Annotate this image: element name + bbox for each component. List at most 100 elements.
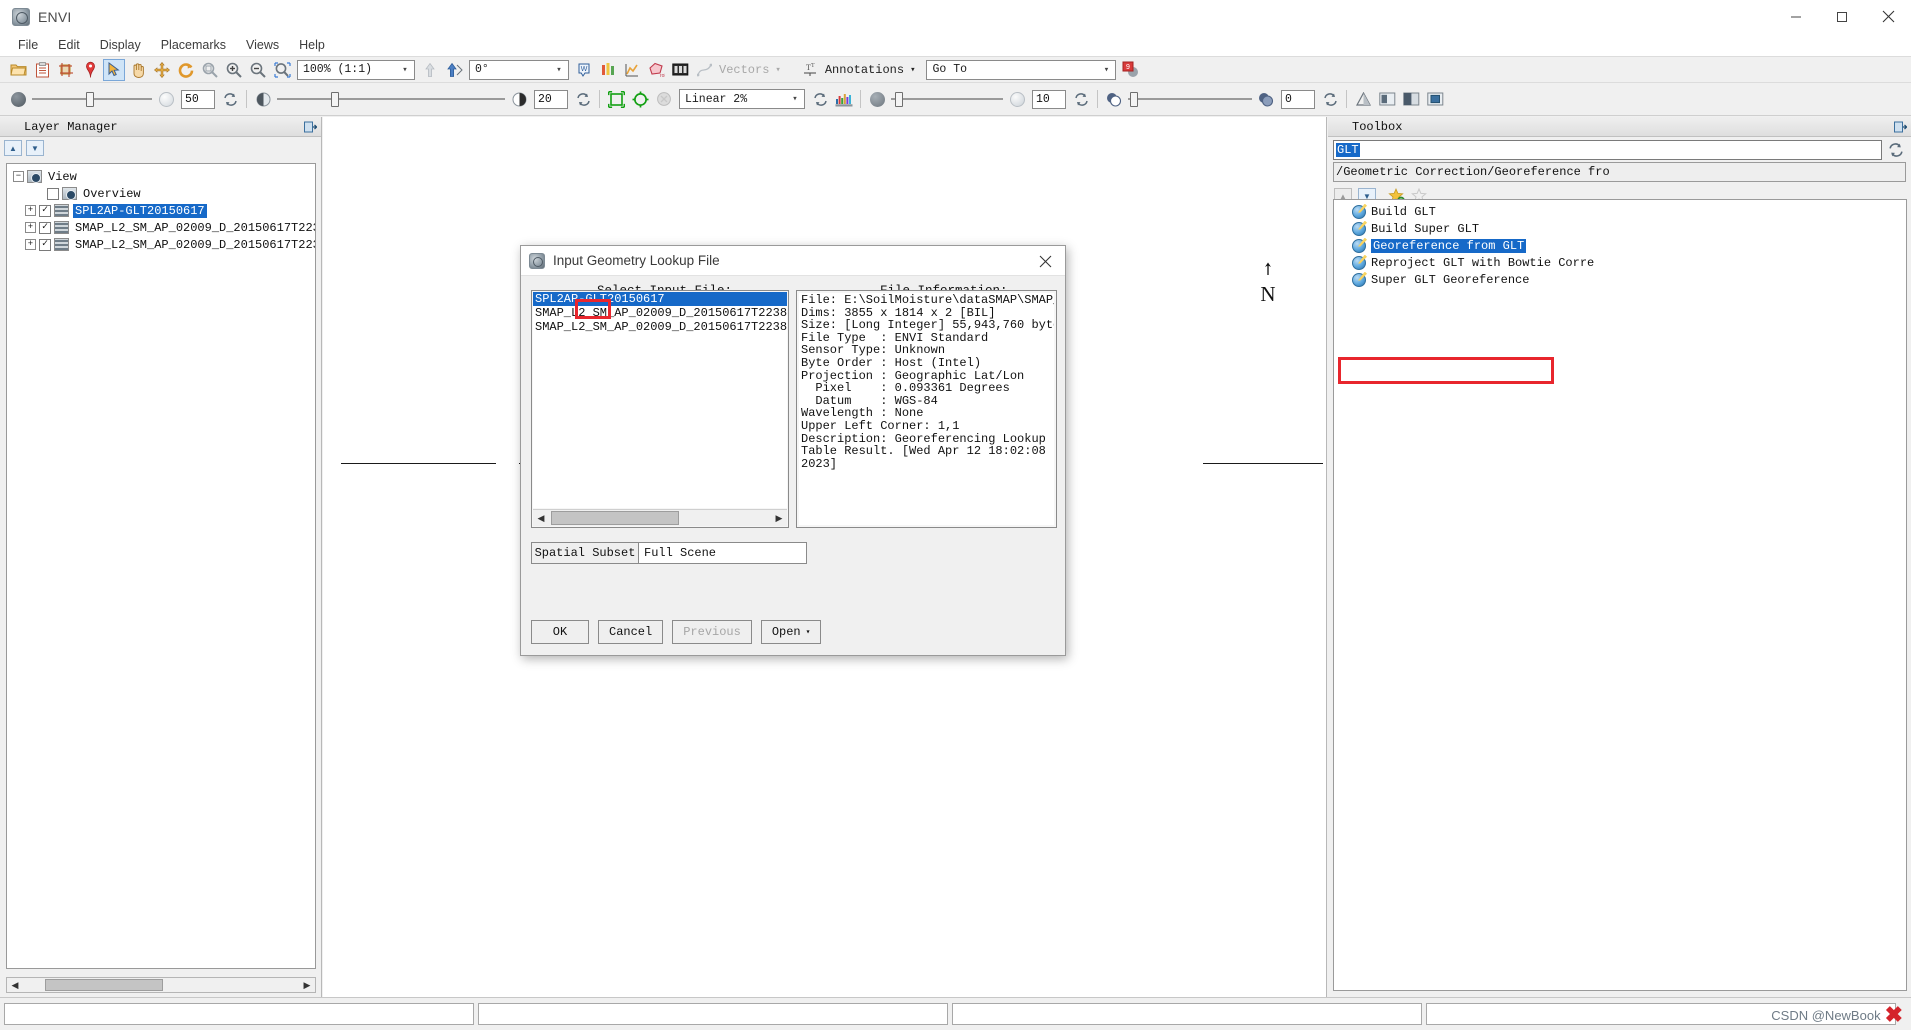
toolbox-item-build-glt[interactable]: Build GLT — [1334, 203, 1906, 220]
expand-toggle-icon[interactable]: + — [25, 205, 36, 216]
open-file-icon[interactable] — [7, 59, 29, 81]
pin-icon[interactable] — [303, 120, 318, 134]
ok-button[interactable]: OK — [531, 620, 589, 644]
fly-icon[interactable] — [151, 59, 173, 81]
transparency-value[interactable]: 0 — [1281, 89, 1315, 109]
placemark-pin-icon[interactable] — [79, 59, 101, 81]
swipe-icon[interactable] — [1400, 88, 1422, 110]
blend-icon[interactable] — [1352, 88, 1374, 110]
contrast-slider[interactable] — [277, 91, 505, 107]
transparency-slider[interactable] — [1128, 91, 1252, 107]
expand-toggle-icon[interactable]: + — [25, 222, 36, 233]
rotate-view-icon[interactable] — [443, 59, 465, 81]
menu-display[interactable]: Display — [90, 36, 151, 54]
annotations-dropdown-caret[interactable]: ▾ — [910, 65, 915, 75]
brightness-reset-icon[interactable] — [219, 88, 241, 110]
pan-hand-icon[interactable] — [127, 59, 149, 81]
sharpen-slider[interactable] — [891, 91, 1003, 107]
histogram-icon[interactable] — [833, 88, 855, 110]
stretch-reset-icon[interactable] — [809, 88, 831, 110]
file-list-item[interactable]: SMAP_L2_SM_AP_02009_D_20150617T223840_R1 — [533, 306, 787, 320]
portal-icon[interactable] — [1424, 88, 1446, 110]
pin-icon[interactable] — [1893, 120, 1908, 134]
rotation-combo[interactable]: 0° ▾ — [469, 59, 569, 80]
open-button[interactable]: Open ▾ — [760, 620, 822, 644]
tree-row-smap-2[interactable]: + ✓ SMAP_L2_SM_AP_02009_D_20150617T22384… — [7, 236, 315, 253]
zoom-level-combo[interactable]: 100% (1:1) ▾ — [297, 59, 415, 80]
toolbox-item-reproject-glt-bowtie[interactable]: Reproject GLT with Bowtie Corre — [1334, 254, 1906, 271]
menu-file[interactable]: File — [8, 36, 48, 54]
pixel-profile-icon[interactable] — [621, 59, 643, 81]
refresh-icon[interactable] — [1886, 142, 1906, 158]
file-list-item[interactable]: SMAP_L2_SM_AP_02009_D_20150617T223840_R1 — [533, 320, 787, 334]
scroll-right-icon[interactable]: ▶ — [771, 513, 787, 524]
scrollbar-thumb[interactable] — [45, 979, 163, 991]
zoom-crosshair-icon[interactable] — [629, 88, 651, 110]
minimize-icon[interactable] — [1773, 0, 1819, 33]
transparency-reset-icon[interactable] — [1319, 88, 1341, 110]
chevron-up-icon[interactable]: ▲ — [4, 140, 22, 156]
close-icon[interactable] — [1025, 246, 1065, 276]
rotate-icon[interactable] — [175, 59, 197, 81]
menu-placemarks[interactable]: Placemarks — [151, 36, 236, 54]
close-icon[interactable] — [1865, 0, 1911, 33]
contrast-value[interactable]: 20 — [534, 89, 568, 109]
annotations-icon[interactable]: TT — [799, 59, 821, 81]
stretch-combo[interactable]: Linear 2% ▾ — [679, 89, 805, 109]
layer-tree-horizontal-scrollbar[interactable]: ◀ ▶ — [6, 977, 316, 993]
preferences-icon[interactable]: 9 — [1120, 59, 1142, 81]
tree-row-view[interactable]: − View — [7, 168, 315, 185]
toolbox-tool-list[interactable]: Build GLT Build Super GLT Georeference f… — [1333, 199, 1907, 991]
scroll-right-icon[interactable]: ▶ — [299, 980, 315, 991]
maximize-icon[interactable] — [1819, 0, 1865, 33]
chevron-down-icon[interactable]: ▼ — [26, 140, 44, 156]
zoom-to-box-icon[interactable] — [271, 59, 293, 81]
spatial-subset-button[interactable]: Spatial Subset — [531, 542, 639, 564]
layer-checkbox-spl2ap[interactable]: ✓ — [39, 204, 51, 217]
toolbox-item-georeference-from-glt[interactable]: Georeference from GLT — [1334, 237, 1906, 254]
brightness-value[interactable]: 50 — [181, 89, 215, 109]
annotations-label[interactable]: Annotations — [825, 63, 904, 77]
band-math-icon[interactable] — [669, 59, 691, 81]
flicker-icon[interactable] — [1376, 88, 1398, 110]
contrast-reset-icon[interactable] — [572, 88, 594, 110]
layer-checkbox-smap-1[interactable]: ✓ — [39, 221, 51, 234]
select-arrow-icon[interactable] — [103, 58, 125, 81]
toolbox-search-input[interactable]: GLT — [1333, 140, 1882, 160]
north-up-icon[interactable] — [419, 59, 441, 81]
menu-edit[interactable]: Edit — [48, 36, 90, 54]
paste-icon[interactable] — [31, 59, 53, 81]
tree-row-overview[interactable]: Overview — [7, 185, 315, 202]
input-file-listbox[interactable]: SPL2AP-GLT20150617 SMAP_L2_SM_AP_02009_D… — [531, 290, 789, 528]
zoom-fit-icon[interactable] — [199, 59, 221, 81]
layer-tree[interactable]: − View Overview + ✓ SPL2AP-GLT20150617 + — [6, 163, 316, 969]
vectors-icon[interactable] — [693, 59, 715, 81]
expand-toggle-icon[interactable]: + — [25, 239, 36, 250]
spectral-profile-icon[interactable] — [597, 59, 619, 81]
roi-tool-icon[interactable]: roi — [645, 59, 667, 81]
menu-help[interactable]: Help — [289, 36, 335, 54]
layer-checkbox-smap-2[interactable]: ✓ — [39, 238, 51, 251]
layer-checkbox-overview[interactable] — [47, 187, 59, 200]
zoom-out-icon[interactable] — [247, 59, 269, 81]
scrollbar-thumb[interactable] — [551, 511, 679, 525]
toolbox-item-super-glt-georeference[interactable]: Super GLT Georeference — [1334, 271, 1906, 288]
tree-row-spl2ap-glt[interactable]: + ✓ SPL2AP-GLT20150617 — [7, 202, 315, 219]
sharpen-reset-icon[interactable] — [1070, 88, 1092, 110]
cancel-button[interactable]: Cancel — [598, 620, 664, 644]
vectors-dropdown-caret[interactable]: ▾ — [775, 65, 780, 75]
cursor-value-icon[interactable]: W — [573, 59, 595, 81]
zoom-extent-icon[interactable] — [605, 88, 627, 110]
sharpen-value[interactable]: 10 — [1032, 89, 1066, 109]
crop-icon[interactable] — [55, 59, 77, 81]
zoom-in-icon[interactable] — [223, 59, 245, 81]
tree-row-smap-1[interactable]: + ✓ SMAP_L2_SM_AP_02009_D_20150617T22384… — [7, 219, 315, 236]
brightness-slider[interactable] — [32, 91, 152, 107]
collapse-toggle-icon[interactable]: − — [13, 171, 24, 182]
vectors-label[interactable]: Vectors — [719, 63, 769, 77]
toolbox-item-build-super-glt[interactable]: Build Super GLT — [1334, 220, 1906, 237]
scroll-left-icon[interactable]: ◀ — [533, 513, 549, 524]
file-list-horizontal-scrollbar[interactable]: ◀ ▶ — [533, 509, 787, 526]
goto-combo[interactable]: Go To ▾ — [926, 59, 1117, 80]
scroll-left-icon[interactable]: ◀ — [7, 980, 23, 991]
